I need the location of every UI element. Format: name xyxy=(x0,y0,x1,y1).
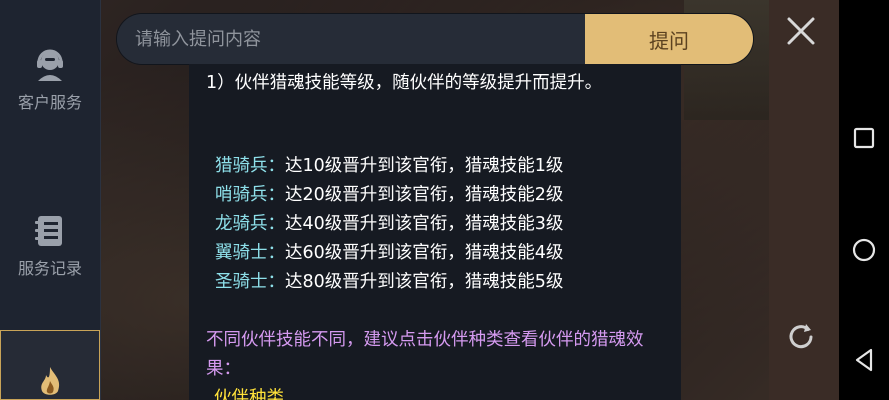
rank-name: 哨骑兵 xyxy=(215,185,268,205)
rank-separator: ： xyxy=(267,272,286,292)
rank-row: 猎骑兵：达10级晋升到该官衔，猎魂技能1级 xyxy=(215,152,563,181)
close-icon xyxy=(787,17,815,45)
answer-intro-text: 1）伙伴猎魂技能等级，随伙伴的等级提升而提升。 xyxy=(206,73,603,93)
refresh-button[interactable] xyxy=(782,318,820,356)
back-icon xyxy=(855,348,873,372)
rank-row: 圣骑士：达80级晋升到该官衔，猎魂技能5级 xyxy=(215,268,563,297)
rank-separator: ： xyxy=(267,156,286,176)
rank-separator: ： xyxy=(267,185,286,205)
service-records-icon xyxy=(35,216,62,246)
partner-note-text: 不同伙伴技能不同，建议点击伙伴种类查看伙伴的猎魂效果： xyxy=(206,330,644,379)
question-search-bar: 提问 xyxy=(117,14,753,64)
back-button[interactable] xyxy=(847,343,881,377)
rank-row: 龙骑兵：达40级晋升到该官衔，猎魂技能3级 xyxy=(215,210,563,239)
sidebar-item-flame[interactable] xyxy=(0,330,100,400)
recent-apps-button[interactable] xyxy=(847,121,881,155)
rank-name: 圣骑士 xyxy=(215,272,268,292)
home-icon xyxy=(852,238,876,262)
ask-button[interactable]: 提问 xyxy=(585,14,753,64)
rank-description: 达80级晋升到该官衔，猎魂技能5级 xyxy=(285,272,564,292)
rank-separator: ： xyxy=(267,214,286,234)
sidebar-item-label: 服务记录 xyxy=(17,259,82,278)
rank-description: 达60级晋升到该官衔，猎魂技能4级 xyxy=(285,243,564,263)
rank-name: 龙骑兵 xyxy=(215,214,268,234)
partner-kind-link[interactable]: 伙伴种类 xyxy=(214,384,284,400)
refresh-icon xyxy=(789,324,813,349)
recent-apps-icon xyxy=(853,127,875,149)
rank-row: 翼骑士：达60级晋升到该官衔，猎魂技能4级 xyxy=(215,239,563,268)
sidebar-item-customer-service[interactable]: 客户服务 xyxy=(0,30,100,130)
close-button[interactable] xyxy=(782,12,820,50)
rank-row: 哨骑兵：达20级晋升到该官衔，猎魂技能2级 xyxy=(215,181,563,210)
home-button[interactable] xyxy=(847,233,881,267)
rank-description: 达40级晋升到该官衔，猎魂技能3级 xyxy=(285,214,564,234)
rank-separator: ： xyxy=(267,243,286,263)
customer-service-icon xyxy=(37,49,63,81)
service-sidebar: 客户服务 服务记录 xyxy=(0,0,101,400)
flame-icon xyxy=(41,367,60,395)
rank-description: 达10级晋升到该官衔，猎魂技能1级 xyxy=(285,156,564,176)
rank-name: 翼骑士 xyxy=(215,243,268,263)
sidebar-item-label: 客户服务 xyxy=(17,93,82,112)
system-navigation-bar xyxy=(839,0,889,400)
question-input[interactable] xyxy=(117,14,585,64)
sidebar-item-service-records[interactable]: 服务记录 xyxy=(0,196,100,296)
rank-description: 达20级晋升到该官衔，猎魂技能2级 xyxy=(285,185,564,205)
answer-content-panel: 1）伙伴猎魂技能等级，随伙伴的等级提升而提升。 猎骑兵：达10级晋升到该官衔，猎… xyxy=(189,64,681,400)
rank-name: 猎骑兵 xyxy=(215,156,268,176)
